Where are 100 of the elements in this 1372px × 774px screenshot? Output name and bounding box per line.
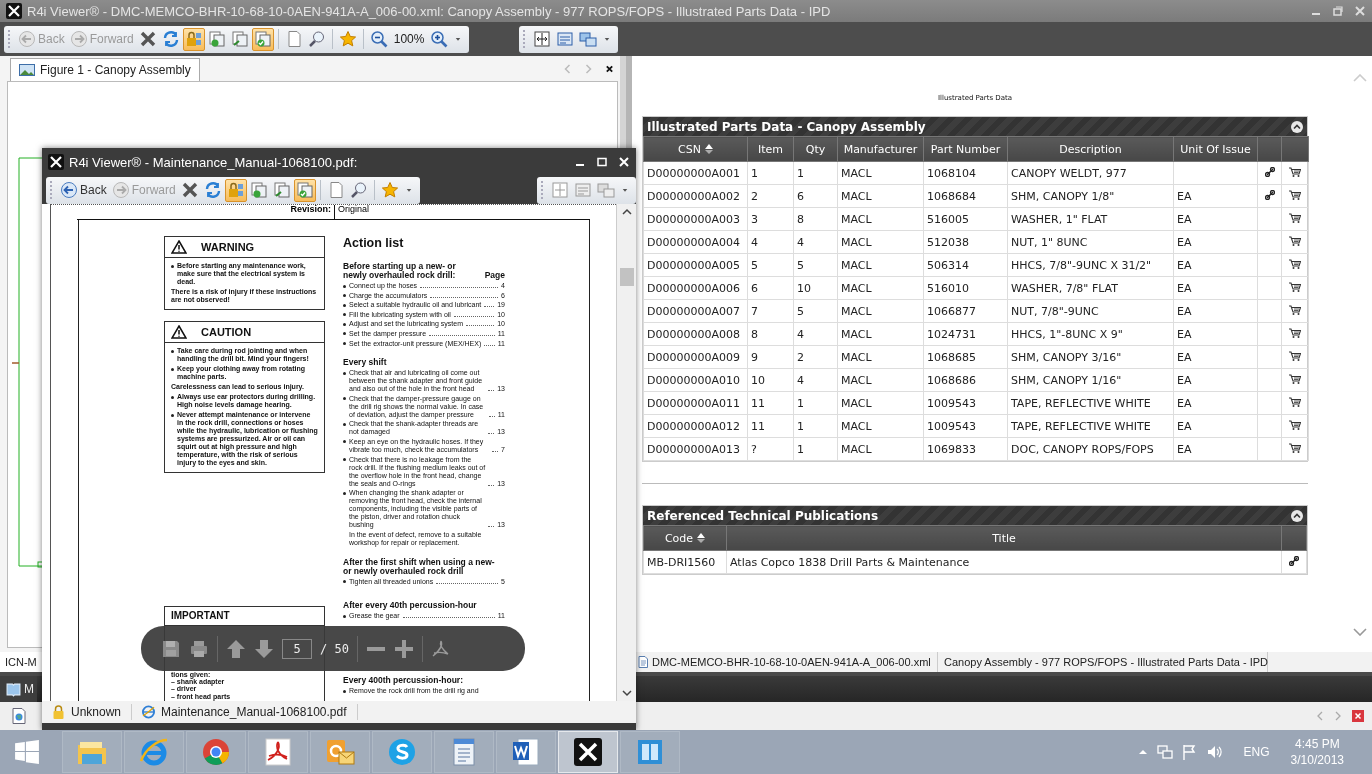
box-title: IMPORTANT [171, 610, 230, 621]
table-cell: 5 [793, 253, 838, 277]
lock-button[interactable] [182, 27, 205, 51]
fit-width-icon [551, 181, 569, 199]
column-header[interactable]: Description [1007, 136, 1174, 162]
cart-icon[interactable] [1289, 258, 1301, 269]
back-button[interactable]: Back [58, 178, 109, 202]
cart-icon[interactable] [1289, 419, 1301, 430]
next-icon[interactable] [1334, 711, 1342, 721]
link-icon[interactable] [1264, 166, 1275, 177]
cart-icon[interactable] [1289, 350, 1301, 361]
bullet-icon [343, 322, 346, 326]
close-icon[interactable] [605, 63, 614, 74]
column-header[interactable]: Qty [793, 136, 838, 162]
panel-title: Illustrated Parts Data - Canopy Assembly [647, 119, 926, 134]
tools-icon [572, 736, 604, 768]
table-cell: EA [1173, 276, 1258, 300]
table-cell: D00000000A010 [643, 368, 748, 392]
star-icon [380, 181, 399, 199]
zoom-level[interactable]: 100% [390, 32, 428, 46]
bullet-icon [343, 614, 346, 618]
figure-tab[interactable]: Figure 1 - Canopy Assembly [10, 58, 200, 81]
scroll-thumb[interactable] [619, 268, 634, 286]
panel-title: Referenced Technical Publications [647, 508, 879, 523]
table-cell: D00000000A008 [643, 322, 748, 346]
table-cell: 10 [747, 368, 794, 392]
scroll-down-icon[interactable] [621, 689, 632, 697]
tools-icon [48, 154, 64, 170]
link-icon[interactable] [1289, 555, 1299, 566]
status-title: Canopy Assembly - 977 ROPS/FOPS - Illustrated Parts Data - IPD [944, 656, 1268, 668]
column-header[interactable]: Title [726, 525, 1282, 551]
cart-icon[interactable] [1289, 281, 1301, 292]
web-page-icon[interactable] [12, 708, 26, 724]
column-header[interactable]: Part Number [923, 136, 1008, 162]
warning-icon [171, 325, 187, 339]
flag-icon[interactable] [1181, 744, 1198, 760]
cart-icon[interactable] [1289, 166, 1301, 177]
table-cell: NUT, 1" 8UNC [1007, 230, 1174, 254]
table-cell: MACL [837, 345, 924, 369]
cart-icon[interactable] [1289, 189, 1301, 200]
browser-icon [200, 736, 232, 768]
padlock-icon [226, 181, 245, 199]
table-cell: D00000000A005 [643, 253, 748, 277]
dock-tab[interactable]: M [0, 676, 37, 702]
save-icon[interactable] [161, 638, 181, 659]
cart-icon[interactable] [1289, 396, 1301, 407]
check-button[interactable] [293, 178, 316, 202]
cart-icon[interactable] [1289, 304, 1301, 315]
print-icon[interactable] [189, 638, 209, 659]
column-header[interactable]: Item [747, 136, 794, 162]
taskbar-button[interactable] [558, 731, 618, 773]
column-header[interactable]: Code [643, 525, 727, 551]
restore-icon[interactable] [1332, 5, 1344, 17]
column-header[interactable]: Manufacturer [837, 136, 924, 162]
lock-button[interactable] [224, 178, 247, 202]
table-cell: 516010 [923, 276, 1008, 300]
page-number-field[interactable]: 5 [282, 638, 312, 659]
cart-icon[interactable] [1289, 442, 1301, 453]
table-cell: D00000000A011 [643, 391, 748, 415]
show-hidden-icon[interactable] [1137, 748, 1148, 756]
table-cell: SHM, CANOPY 1/16" [1007, 368, 1174, 392]
column-header[interactable]: CSN [643, 136, 748, 162]
page-heading: Action list [343, 236, 405, 250]
table-cell: 4 [793, 230, 838, 254]
speaker-icon[interactable] [1206, 744, 1223, 760]
pdf-icon[interactable] [430, 638, 451, 659]
maximize-icon[interactable] [596, 156, 608, 168]
x-icon [138, 30, 157, 48]
previous-icon[interactable] [1316, 711, 1324, 721]
table-cell: SHM, CANOPY 3/16" [1007, 345, 1174, 369]
section-heading: Before starting up a new- or newly overhauled rock drill: [343, 262, 457, 280]
taskbar-button[interactable] [496, 731, 556, 773]
check-button[interactable] [251, 27, 274, 51]
bullet-icon [171, 367, 174, 371]
table-cell: EA [1173, 437, 1258, 461]
table-cell: D00000000A006 [643, 276, 748, 300]
arrow-down-icon[interactable] [254, 638, 274, 659]
table-cell: 1068104 [923, 161, 1008, 185]
table-cell: 516005 [923, 207, 1008, 231]
cart-icon[interactable] [1289, 327, 1301, 338]
revision-value: Original [337, 205, 369, 216]
column-header[interactable]: Unit Of Issue [1173, 136, 1258, 162]
plus-icon[interactable] [393, 638, 414, 659]
cart-icon[interactable] [1289, 212, 1301, 223]
padlock-icon [184, 30, 203, 48]
link-icon[interactable] [1264, 189, 1275, 200]
table-cell: TAPE, REFLECTIVE WHITE [1007, 414, 1174, 438]
collapse-icon[interactable] [1291, 120, 1303, 133]
windows-icon [579, 30, 598, 48]
network-icon[interactable] [1156, 744, 1173, 760]
zoom-out-icon [369, 30, 388, 48]
scroll-up-icon[interactable] [621, 208, 632, 216]
cart-icon[interactable] [1289, 235, 1301, 246]
bullet-icon [343, 440, 346, 444]
start-icon[interactable] [14, 739, 40, 765]
table-cell: D00000000A007 [643, 299, 748, 323]
collapse-icon[interactable] [1291, 509, 1303, 522]
arrow-up-icon[interactable] [226, 638, 246, 659]
bullet-icon [343, 689, 346, 693]
cart-icon[interactable] [1289, 373, 1301, 384]
